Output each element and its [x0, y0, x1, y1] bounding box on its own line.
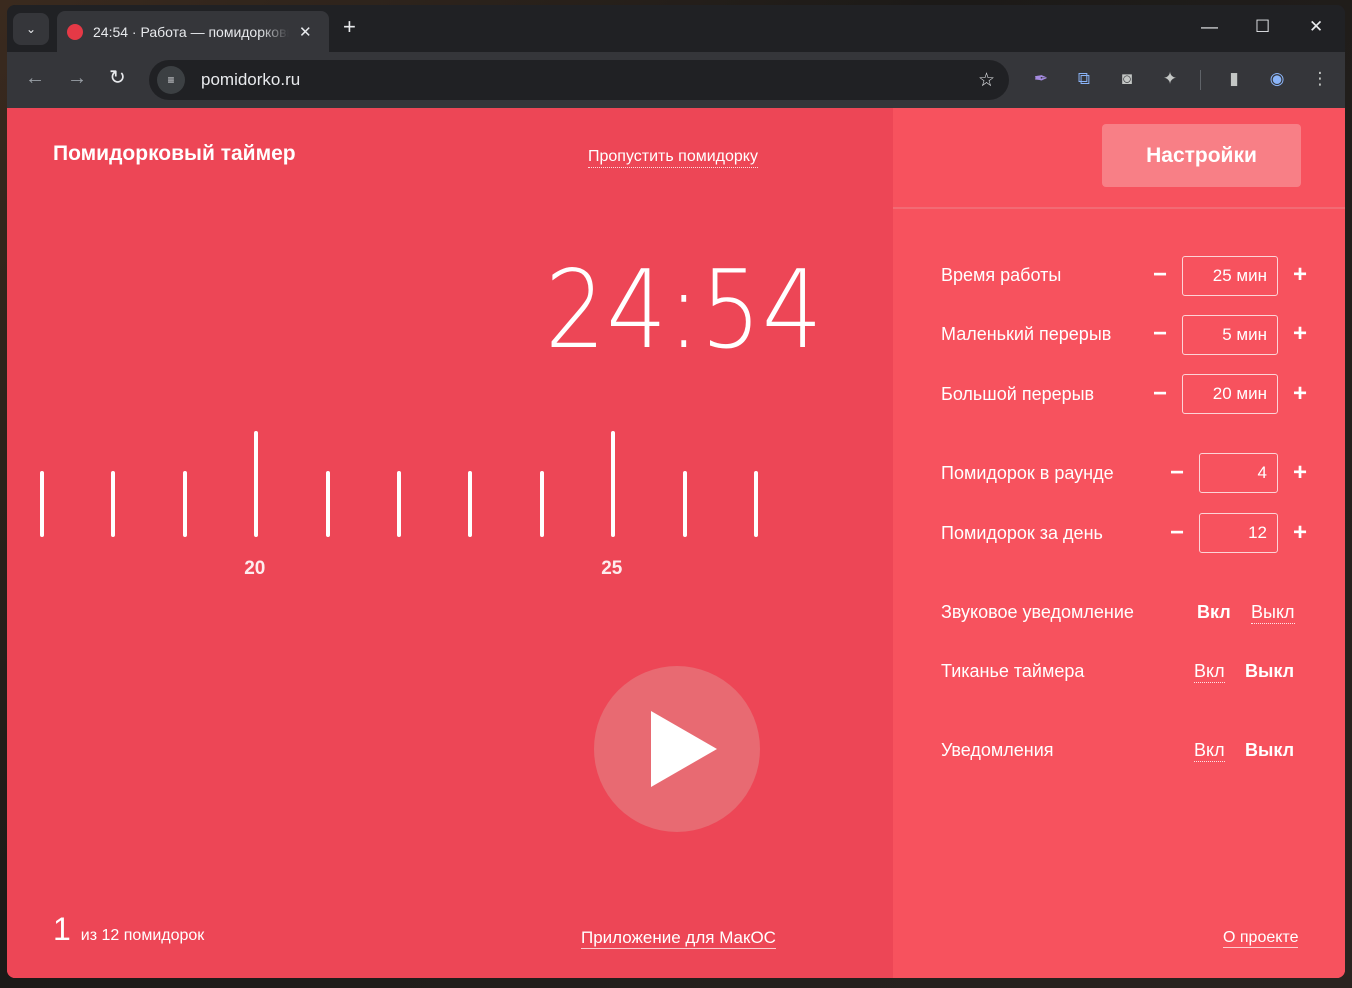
- translate-extension-icon[interactable]: ⧉: [1071, 66, 1097, 92]
- ticking-on-toggle[interactable]: Вкл: [1194, 661, 1225, 683]
- ruler-minor-tick: [111, 471, 116, 537]
- side-panel-icon[interactable]: ▮: [1221, 66, 1247, 92]
- ruler-minor-tick: [754, 471, 758, 537]
- tab-strip: ⌄ 24:54 · Работа — помидорковый таймер ✕…: [7, 5, 1345, 52]
- mac-app-link[interactable]: Приложение для МакОС: [581, 928, 776, 949]
- sound-on-toggle[interactable]: Вкл: [1197, 602, 1231, 623]
- tab-search-button[interactable]: ⌄: [13, 13, 49, 45]
- ticking-label: Тиканье таймера: [941, 661, 1085, 681]
- timer-display: 24:54: [545, 248, 824, 373]
- puzzle-extensions-icon[interactable]: ✦: [1157, 66, 1183, 92]
- browser-toolbar: ← → ↻ ≡ pomidorko.ru ☆ ✒ ⧉ ◙ ✦ ▮ ◉ ⋮: [7, 52, 1345, 108]
- new-tab-button[interactable]: +: [343, 16, 356, 38]
- ruler-minor-tick: [539, 471, 544, 537]
- tomato-favicon-icon: [67, 23, 83, 40]
- about-project-link[interactable]: О проекте: [1223, 929, 1299, 948]
- notifications-on-toggle[interactable]: Вкл: [1194, 740, 1225, 762]
- address-bar[interactable]: ≡ pomidorko.ru ☆: [149, 60, 1009, 100]
- forward-button[interactable]: →: [67, 68, 87, 88]
- per-day-minus-button[interactable]: −: [1170, 521, 1184, 545]
- timer-panel: Помидорковый таймер Пропустить помидорку…: [7, 108, 893, 978]
- toolbar-divider: [1200, 70, 1201, 90]
- per-round-field[interactable]: 4: [1199, 453, 1278, 493]
- per-day-field[interactable]: 12: [1199, 513, 1278, 553]
- ruler-minor-tick: [682, 471, 687, 537]
- play-icon: [651, 711, 717, 787]
- bookmark-star-icon[interactable]: ☆: [978, 69, 995, 92]
- browser-window: ⌄ 24:54 · Работа — помидорковый таймер ✕…: [7, 5, 1345, 978]
- minimize-button[interactable]: —: [1201, 17, 1218, 37]
- profile-avatar-icon[interactable]: ◉: [1264, 66, 1290, 92]
- per-round-minus-button[interactable]: −: [1170, 461, 1184, 485]
- per-day-plus-button[interactable]: +: [1293, 521, 1307, 545]
- tab-title: 24:54 · Работа — помидорковый таймер: [93, 23, 289, 40]
- counter-number: 1: [53, 911, 71, 947]
- play-button[interactable]: [594, 666, 760, 832]
- short-break-field[interactable]: 5 мин: [1182, 315, 1278, 355]
- time-ruler[interactable]: 20 25: [7, 418, 893, 588]
- tab-active[interactable]: 24:54 · Работа — помидорковый таймер ✕: [57, 11, 329, 52]
- long-break-field[interactable]: 20 мин: [1182, 374, 1278, 414]
- back-button[interactable]: ←: [25, 68, 45, 88]
- camera-extension-icon[interactable]: ◙: [1114, 66, 1140, 92]
- short-break-minus-button[interactable]: −: [1153, 322, 1167, 346]
- browser-menu-icon[interactable]: ⋮: [1307, 66, 1333, 92]
- page-content: Помидорковый таймер Пропустить помидорку…: [7, 108, 1345, 978]
- notifications-off-toggle[interactable]: Выкл: [1245, 740, 1294, 761]
- site-info-icon[interactable]: ≡: [157, 66, 185, 94]
- long-break-label: Большой перерыв: [941, 384, 1095, 404]
- ruler-minor-tick: [40, 471, 44, 537]
- per-day-label: Помидорок за день: [941, 523, 1103, 543]
- ticking-off-toggle[interactable]: Выкл: [1245, 661, 1294, 682]
- sound-notification-label: Звуковое уведомление: [941, 602, 1134, 622]
- ruler-minor-tick: [468, 471, 473, 537]
- ruler-minor-tick: [182, 471, 187, 537]
- work-time-label: Время работы: [941, 265, 1062, 285]
- maximize-button[interactable]: ☐: [1255, 17, 1270, 37]
- close-window-button[interactable]: ✕: [1309, 17, 1323, 37]
- settings-panel: Настройки Время работы − 25 мин + Малень…: [893, 108, 1345, 978]
- pomodoro-counter: 1 из 12 помидорок: [53, 911, 204, 948]
- short-break-plus-button[interactable]: +: [1293, 322, 1307, 346]
- settings-button[interactable]: Настройки: [1102, 124, 1301, 187]
- notifications-label: Уведомления: [941, 740, 1054, 760]
- counter-text: из 12 помидорок: [80, 927, 205, 944]
- tab-close-icon[interactable]: ✕: [299, 23, 312, 41]
- work-time-minus-button[interactable]: −: [1153, 263, 1167, 287]
- sound-off-toggle[interactable]: Выкл: [1251, 602, 1295, 624]
- skip-pomodoro-link[interactable]: Пропустить помидорку: [588, 148, 758, 168]
- settings-divider: [893, 207, 1345, 209]
- work-time-field[interactable]: 25 мин: [1182, 256, 1278, 296]
- ruler-label: 25: [601, 558, 623, 579]
- ruler-major-tick: [254, 431, 259, 537]
- short-break-label: Маленький перерыв: [941, 324, 1112, 344]
- reload-button[interactable]: ↻: [109, 68, 126, 88]
- long-break-minus-button[interactable]: −: [1153, 382, 1167, 406]
- url-text[interactable]: pomidorko.ru: [201, 70, 300, 90]
- ruler-label: 20: [244, 558, 266, 579]
- app-logo[interactable]: Помидорковый таймер: [53, 142, 296, 166]
- extension-pen-icon[interactable]: ✒: [1028, 66, 1054, 92]
- ruler-major-tick: [611, 431, 616, 537]
- long-break-plus-button[interactable]: +: [1293, 382, 1307, 406]
- ruler-minor-tick: [397, 471, 401, 537]
- per-round-label: Помидорок в раунде: [941, 463, 1114, 483]
- work-time-plus-button[interactable]: +: [1293, 263, 1307, 287]
- ruler-minor-tick: [325, 471, 330, 537]
- per-round-plus-button[interactable]: +: [1293, 461, 1307, 485]
